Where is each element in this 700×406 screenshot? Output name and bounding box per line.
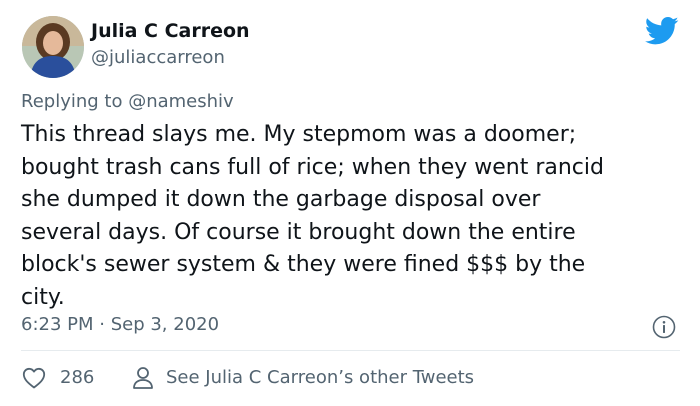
- avatar[interactable]: [22, 16, 84, 78]
- author-handle[interactable]: @juliaccarreon: [91, 47, 225, 68]
- author-display-name[interactable]: Julia C Carreon: [91, 20, 250, 42]
- tweet-text-line: block's sewer system & they were fined $…: [21, 252, 586, 277]
- replying-to-label: Replying to: [21, 91, 129, 112]
- tweet-text-line: several days. Of course it brought down …: [21, 219, 576, 245]
- tweet-text-line: bought trash cans full of rice; when the…: [21, 154, 604, 180]
- tweet-text: This thread slays me. My stepmom was a d…: [21, 119, 681, 314]
- reply-mention-link[interactable]: @nameshiv: [128, 91, 234, 112]
- see-other-tweets-link[interactable]: See Julia C Carreon’s other Tweets: [166, 367, 474, 388]
- divider: [21, 350, 680, 351]
- heart-icon[interactable]: [22, 367, 46, 389]
- twitter-bird-icon[interactable]: [645, 16, 679, 46]
- tweet-text-line: she dumped it down the garbage disposal …: [21, 187, 541, 212]
- replying-to: Replying to @nameshiv: [21, 91, 234, 112]
- tweet-timestamp[interactable]: 6:23 PM · Sep 3, 2020: [21, 314, 219, 335]
- avatar-photo: [22, 16, 84, 78]
- person-icon: [133, 367, 153, 389]
- tweet-text-line: city.: [21, 284, 65, 310]
- like-count[interactable]: 286: [60, 367, 94, 388]
- info-icon[interactable]: [652, 315, 676, 339]
- tweet-text-line: This thread slays me. My stepmom was a d…: [21, 122, 577, 147]
- tweet-card: Julia C Carreon @juliaccarreon Replying …: [0, 0, 700, 406]
